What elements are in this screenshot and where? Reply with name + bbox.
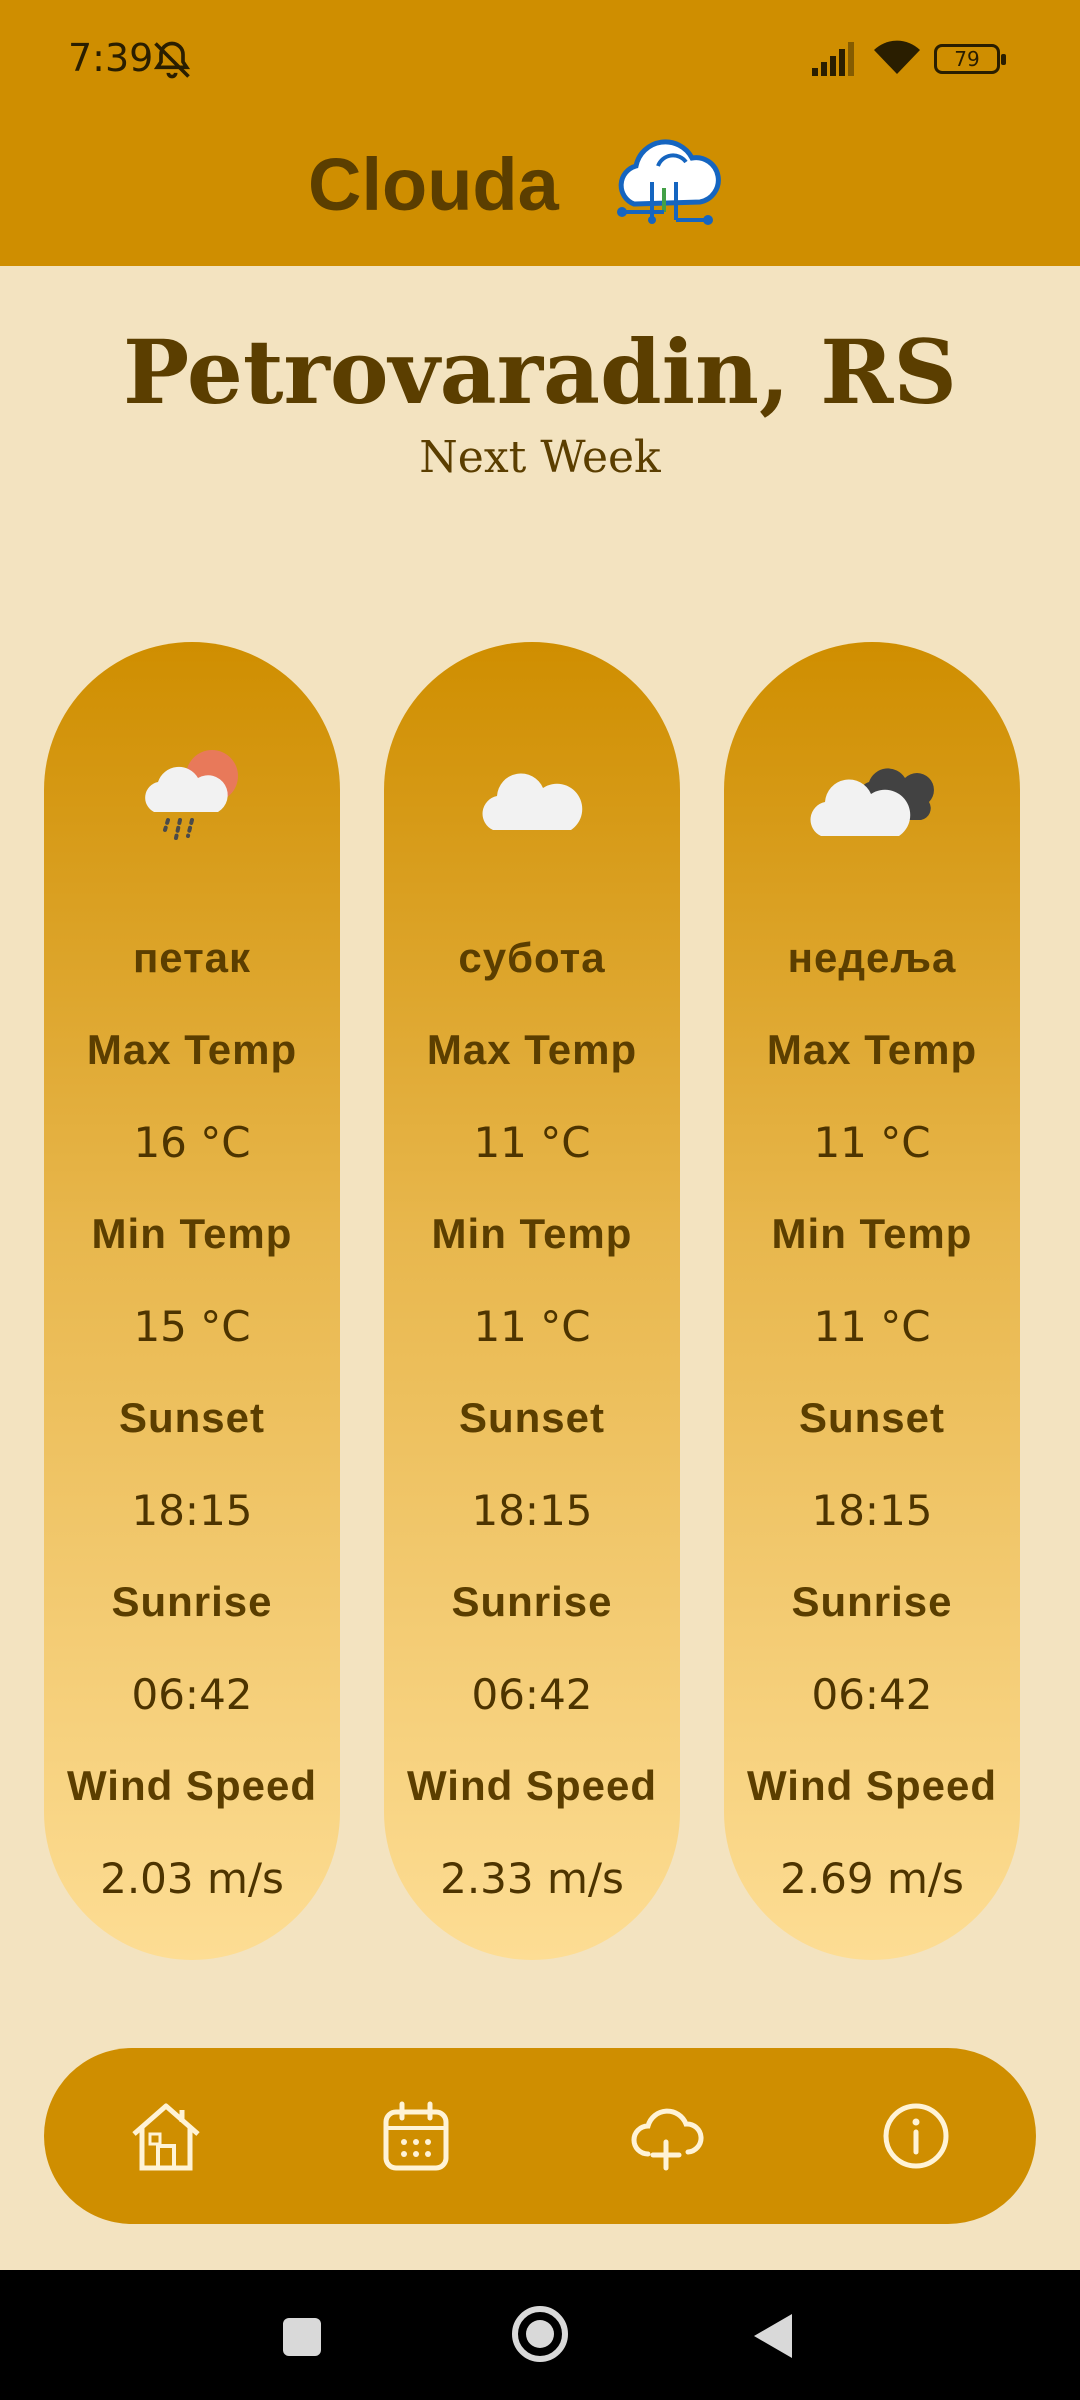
forecast-card: недеља Max Temp 11 °C Min Temp 11 °C Sun… <box>724 642 1020 1960</box>
min-temp-value: 15 °C <box>133 1302 251 1351</box>
min-temp-label: Min Temp <box>431 1210 633 1257</box>
max-temp-value: 16 °C <box>133 1118 251 1167</box>
city-title: Petrovaradin, RS <box>123 320 957 424</box>
sunrise-value: 06:42 <box>131 1670 253 1719</box>
wind-speed-label: Wind Speed <box>67 1762 317 1809</box>
min-temp-label: Min Temp <box>91 1210 293 1257</box>
forecast-cards: петак Max Temp 16 °C Min Temp 15 °C Suns… <box>44 642 1020 1960</box>
sunrise-label: Sunrise <box>451 1578 613 1625</box>
max-temp-value: 11 °C <box>813 1118 931 1167</box>
min-temp-label: Min Temp <box>771 1210 973 1257</box>
status-bar: 7:39 79 <box>0 0 1080 120</box>
sunset-value: 18:15 <box>131 1486 253 1535</box>
sunset-value: 18:15 <box>471 1486 593 1535</box>
forecast-card: субота Max Temp 11 °C Min Temp 11 °C Sun… <box>384 642 680 1960</box>
sunrise-value: 06:42 <box>811 1670 933 1719</box>
home-button[interactable] <box>512 2306 568 2362</box>
max-temp-label: Max Temp <box>426 1026 638 1073</box>
sunset-label: Sunset <box>798 1394 946 1441</box>
max-temp-label: Max Temp <box>766 1026 978 1073</box>
forecast-card: петак Max Temp 16 °C Min Temp 15 °C Suns… <box>44 642 340 1960</box>
dark-clouds-icon <box>810 768 934 836</box>
max-temp-value: 11 °C <box>473 1118 591 1167</box>
back-button[interactable] <box>754 2314 792 2358</box>
sunrise-label: Sunrise <box>791 1578 953 1625</box>
sunset-label: Sunset <box>458 1394 606 1441</box>
wifi-icon <box>874 40 920 74</box>
signal-icon <box>812 42 854 76</box>
sunrise-value: 06:42 <box>471 1670 593 1719</box>
battery-icon: 79 <box>934 44 1006 74</box>
wind-speed-value: 2.03 m/s <box>100 1854 284 1903</box>
cloud-icon <box>482 773 583 830</box>
status-time: 7:39 <box>68 36 154 80</box>
min-temp-value: 11 °C <box>473 1302 591 1351</box>
wind-speed-label: Wind Speed <box>747 1762 997 1809</box>
min-temp-value: 11 °C <box>813 1302 931 1351</box>
app-bar: Clouda <box>0 120 1080 266</box>
sunset-label: Sunset <box>118 1394 266 1441</box>
wind-speed-value: 2.69 m/s <box>780 1854 964 1903</box>
day-label: петак <box>132 934 252 981</box>
calendar-icon[interactable] <box>376 2096 456 2176</box>
day-label: субота <box>458 934 606 981</box>
sunrise-label: Sunrise <box>111 1578 273 1625</box>
bottom-nav <box>44 2048 1036 2224</box>
home-icon[interactable] <box>126 2096 206 2176</box>
forecast-subtitle: Next Week <box>419 432 661 483</box>
app-title: Clouda <box>308 143 559 226</box>
cloud-circuit-icon <box>617 139 721 225</box>
wind-speed-label: Wind Speed <box>407 1762 657 1809</box>
wind-speed-value: 2.33 m/s <box>440 1854 624 1903</box>
bell-off-icon <box>153 41 191 79</box>
cloud-add-icon[interactable] <box>626 2096 706 2176</box>
system-nav-bar <box>0 2270 1080 2400</box>
rain-sun-cloud-icon <box>145 750 238 840</box>
max-temp-label: Max Temp <box>86 1026 298 1073</box>
day-label: недеља <box>787 934 957 981</box>
info-icon[interactable] <box>876 2096 956 2176</box>
battery-level: 79 <box>954 47 980 71</box>
recents-button[interactable] <box>283 2318 321 2356</box>
sunset-value: 18:15 <box>811 1486 933 1535</box>
